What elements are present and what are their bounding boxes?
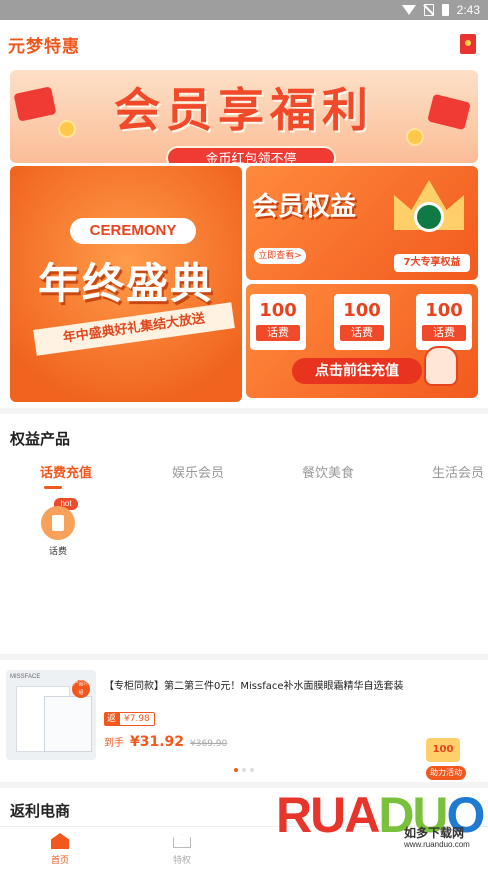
product-label: 话费: [48, 547, 67, 557]
home-icon: [51, 833, 69, 849]
phone-bill-icon: [41, 506, 75, 540]
section-divider: [0, 408, 488, 414]
app-title: 元梦特惠: [8, 36, 80, 57]
recharge-card-label: 话费: [422, 325, 466, 341]
active-tab-indicator: [44, 486, 62, 489]
recharge-card: 100 话费: [334, 294, 390, 350]
promo-label: 助力活动: [426, 766, 466, 780]
carousel-indicator: [234, 768, 254, 772]
starbucks-logo-icon: [414, 202, 444, 232]
battery-icon: [441, 4, 449, 16]
nav-home[interactable]: 首页: [40, 833, 80, 866]
ceremony-badge: CEREMONY: [70, 218, 196, 244]
go-recharge-button[interactable]: 点击前往充值: [292, 358, 422, 384]
member-benefits-banner[interactable]: 会员享福利 金币红包领不停: [10, 70, 478, 163]
wifi-icon: [401, 5, 416, 15]
tab-lifestyle[interactable]: 生活会员: [432, 462, 484, 481]
goods-image: MISSFACE 产品介绍: [6, 670, 96, 760]
floating-promo[interactable]: 100 助力活动: [420, 732, 476, 788]
recharge-card-value: 100: [259, 300, 297, 321]
app-screen: 2:43 元梦特惠 会员享福利 金币红包领不停 CEREMONY 年终盛典 年中…: [0, 0, 488, 869]
watermark-url: www.ruanduo.com: [404, 840, 470, 849]
ecommerce-section-title: 返利电商: [10, 802, 71, 820]
view-now-button[interactable]: 立即查看>: [254, 248, 306, 264]
section-divider: [0, 654, 488, 660]
watermark-cn: 如多下载网: [404, 826, 465, 840]
goods-card[interactable]: MISSFACE 产品介绍 【专柜同款】第二第三件0元！Missface补水面膜…: [6, 668, 482, 764]
cashback-prefix: 返: [104, 712, 120, 726]
app-header: 元梦特惠: [0, 20, 488, 68]
carousel-dot: [242, 768, 246, 772]
status-time: 2:43: [456, 3, 480, 17]
pointing-hand-icon: [424, 346, 458, 386]
year-end-title: 年终盛典: [37, 259, 214, 308]
banner-title: 会员享福利: [114, 83, 374, 137]
rights-tabs: 话费充值 娱乐会员 餐饮美食 生活会员: [0, 462, 488, 490]
recharge-card-value: 100: [343, 300, 381, 321]
nav-privilege-label: 特权: [172, 856, 191, 866]
recharge-card: 100 话费: [416, 294, 472, 350]
promo-value: 100: [426, 738, 460, 762]
recharge-card: 100 话费: [250, 294, 306, 350]
price-row: 到手 ¥31.92 ¥369.90: [104, 734, 227, 750]
member-rights-banner[interactable]: 会员权益 立即查看> 7大专享权益: [246, 166, 478, 280]
recharge-card-value: 100: [425, 300, 463, 321]
cashback-badge: 返 ¥7.98: [104, 712, 155, 726]
nav-home-label: 首页: [50, 856, 69, 866]
nav-privilege[interactable]: 特权: [162, 833, 202, 866]
goods-brand: MISSFACE: [10, 674, 41, 680]
watermark: RUADUO 如多下载网 www.ruanduo.com: [276, 786, 485, 860]
member-rights-title: 会员权益: [252, 192, 357, 222]
phone-recharge-banner[interactable]: 100 话费 100 话费 100 话费 点击前往充值: [246, 284, 478, 398]
rights-section-title: 权益产品: [10, 430, 71, 448]
crown-icon: [173, 834, 191, 848]
final-price: ¥31.92: [130, 734, 185, 750]
price-label: 到手: [104, 738, 124, 749]
recharge-card-label: 话费: [340, 325, 384, 341]
tab-entertainment[interactable]: 娱乐会员: [172, 462, 224, 481]
product-box: [44, 696, 92, 752]
tab-dining[interactable]: 餐饮美食: [302, 462, 354, 481]
status-bar: 2:43: [0, 0, 488, 20]
banner-pill: 金币红包领不停: [166, 146, 336, 163]
recharge-card-label: 话费: [256, 325, 300, 341]
carousel-dot: [250, 768, 254, 772]
red-packet-icon[interactable]: [460, 34, 476, 54]
cashback-amount: ¥7.98: [119, 712, 155, 726]
no-sim-icon: [423, 4, 434, 16]
rights-count-tag: 7大专享权益: [394, 254, 470, 272]
original-price: ¥369.90: [190, 739, 228, 749]
image-tag: 产品介绍: [72, 680, 90, 698]
year-end-banner[interactable]: CEREMONY 年终盛典 年中盛典好礼集结大放送: [10, 166, 242, 402]
carousel-dot: [234, 768, 238, 772]
goods-title: 【专柜同款】第二第三件0元！Missface补水面膜眼霜精华自选套装: [104, 681, 404, 692]
product-item-phone-bill[interactable]: hot 话费: [36, 498, 80, 557]
tab-phone-recharge[interactable]: 话费充值: [40, 462, 92, 481]
